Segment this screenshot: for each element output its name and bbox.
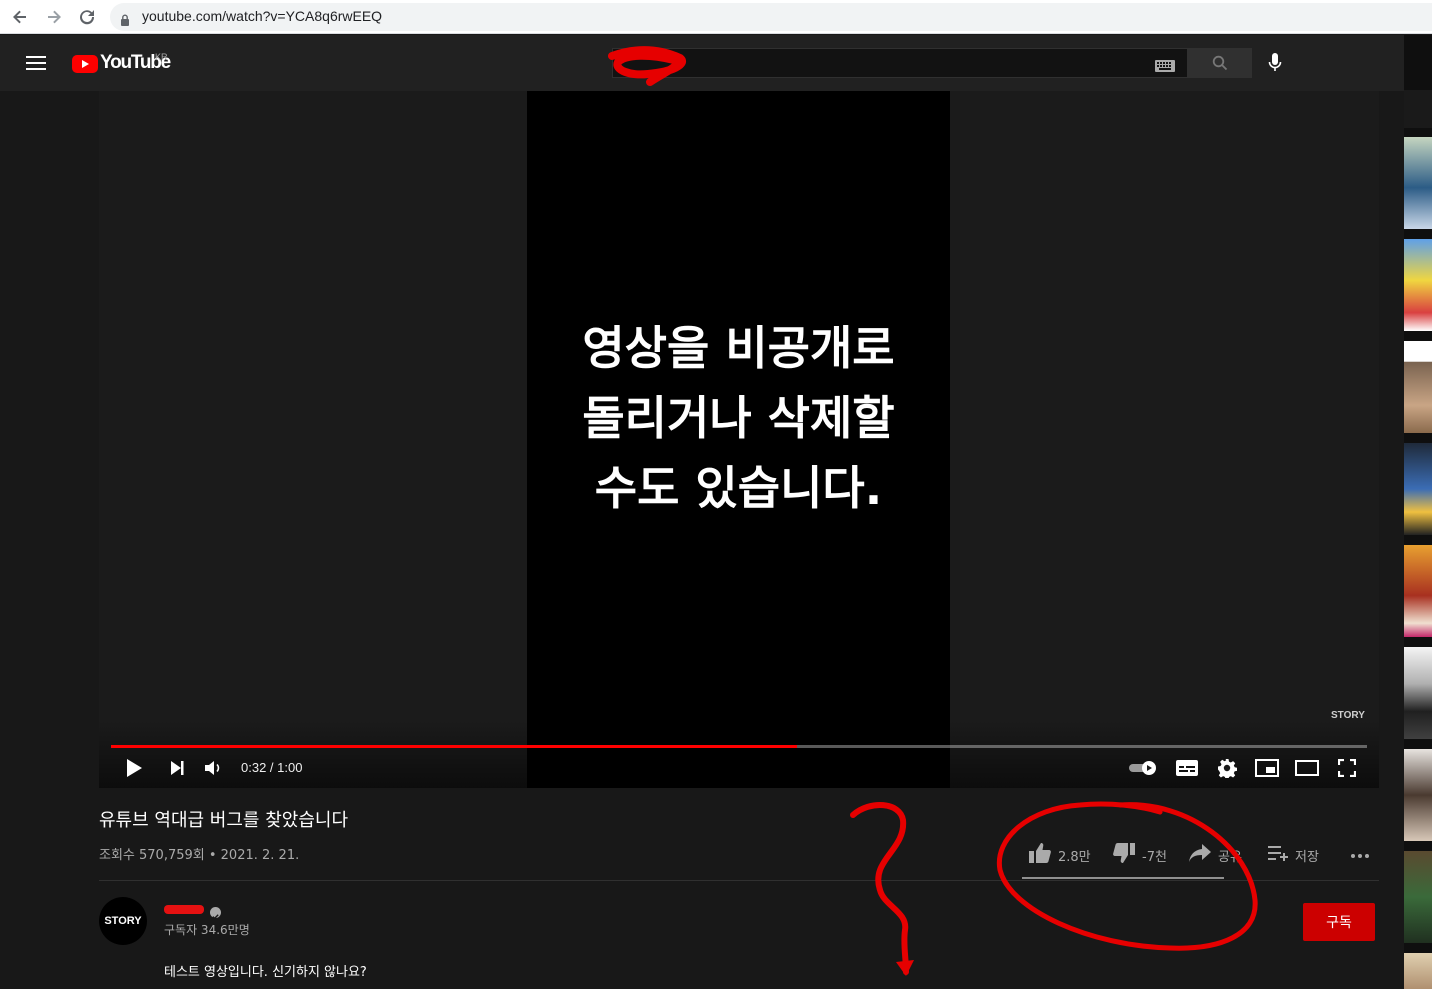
autoplay-toggle-icon[interactable]	[1128, 757, 1158, 779]
browser-toolbar: youtube.com/watch?v=YCA8q6rwEEQ	[0, 0, 1432, 34]
related-thumbnail[interactable]	[1404, 443, 1432, 535]
more-horiz-icon	[1350, 848, 1370, 863]
url-text: youtube.com/watch?v=YCA8q6rwEEQ	[142, 8, 383, 24]
more-actions-button[interactable]	[1350, 842, 1370, 868]
channel-avatar[interactable]: STORY	[99, 897, 147, 945]
like-count: 2.8만	[1058, 849, 1091, 865]
youtube-play-icon[interactable]	[72, 55, 98, 77]
settings-icon[interactable]	[1215, 757, 1239, 779]
forward-arrow-icon[interactable]	[42, 5, 66, 29]
subscriber-count: 구독자 34.6만명	[164, 923, 250, 937]
avatar-text: STORY	[104, 915, 142, 927]
microphone-icon[interactable]	[1268, 52, 1282, 78]
divider	[99, 880, 1379, 881]
question-mark-annotation	[850, 801, 909, 975]
dislike-button[interactable]: -7천	[1112, 842, 1167, 868]
video-view-date: 조회수 570,759회 • 2021. 2. 21.	[99, 848, 300, 863]
lock-icon	[120, 11, 130, 30]
thumbs-up-icon	[1028, 842, 1052, 868]
back-arrow-icon[interactable]	[8, 5, 32, 29]
address-bar[interactable]: youtube.com/watch?v=YCA8q6rwEEQ	[110, 3, 1432, 31]
like-button[interactable]: 2.8만	[1028, 842, 1091, 868]
country-code: KR	[155, 52, 168, 62]
save-button[interactable]: 저장	[1267, 842, 1319, 868]
keyboard-icon[interactable]	[1155, 57, 1175, 76]
dislike-count: -7천	[1142, 849, 1167, 865]
related-thumbnail[interactable]	[1404, 647, 1432, 739]
video-title: 유튜브 역대급 버그를 찾았습니다	[99, 810, 349, 831]
subscribe-button[interactable]: 구독	[1303, 903, 1375, 941]
play-icon[interactable]	[122, 757, 146, 779]
playlist-add-icon	[1267, 844, 1289, 866]
menu-icon[interactable]	[26, 55, 46, 75]
related-thumbnail[interactable]	[1404, 545, 1432, 637]
video-description: 테스트 영상입니다. 신기하지 않나요?	[164, 965, 367, 980]
channel-name-redacted[interactable]	[164, 905, 204, 914]
time-display: 0:32 / 1:00	[241, 760, 303, 775]
next-icon[interactable]	[165, 757, 189, 779]
progress-fill	[111, 745, 797, 748]
subtitles-icon[interactable]	[1175, 757, 1199, 779]
search-icon	[1212, 55, 1228, 75]
thumbs-down-icon	[1112, 842, 1136, 868]
share-button[interactable]: 공유	[1188, 842, 1242, 868]
verified-check-icon	[210, 907, 221, 920]
share-label: 공유	[1218, 849, 1242, 865]
related-thumbnail[interactable]	[1404, 953, 1432, 989]
video-frame[interactable]: 영상을 비공개로 돌리거나 삭제할 수도 있습니다.	[527, 91, 950, 788]
related-thumbnail[interactable]	[1404, 239, 1432, 331]
sentiment-fill	[1022, 877, 1224, 879]
youtube-masthead: YouTube KR	[0, 35, 1404, 91]
related-videos-strip	[1404, 35, 1432, 989]
related-thumbnail[interactable]	[1404, 851, 1432, 943]
related-thumbnail[interactable]	[1404, 137, 1432, 229]
related-thumbnail[interactable]	[1404, 749, 1432, 841]
search-input[interactable]	[612, 48, 1188, 78]
sentiment-bar	[1022, 877, 1224, 879]
search-button[interactable]	[1188, 48, 1252, 78]
progress-bar[interactable]	[111, 745, 1367, 748]
volume-icon[interactable]	[202, 757, 226, 779]
share-arrow-icon	[1188, 843, 1212, 867]
fullscreen-icon[interactable]	[1335, 757, 1359, 779]
video-caption-text: 영상을 비공개로 돌리거나 삭제할 수도 있습니다.	[582, 321, 895, 515]
question-mark-dot	[896, 960, 914, 976]
miniplayer-icon[interactable]	[1255, 757, 1279, 779]
theater-mode-icon[interactable]	[1295, 757, 1319, 779]
reload-icon[interactable]	[75, 5, 99, 29]
save-label: 저장	[1295, 849, 1319, 865]
related-thumbnail[interactable]	[1404, 341, 1432, 433]
related-thumbnail[interactable]	[1404, 90, 1432, 128]
